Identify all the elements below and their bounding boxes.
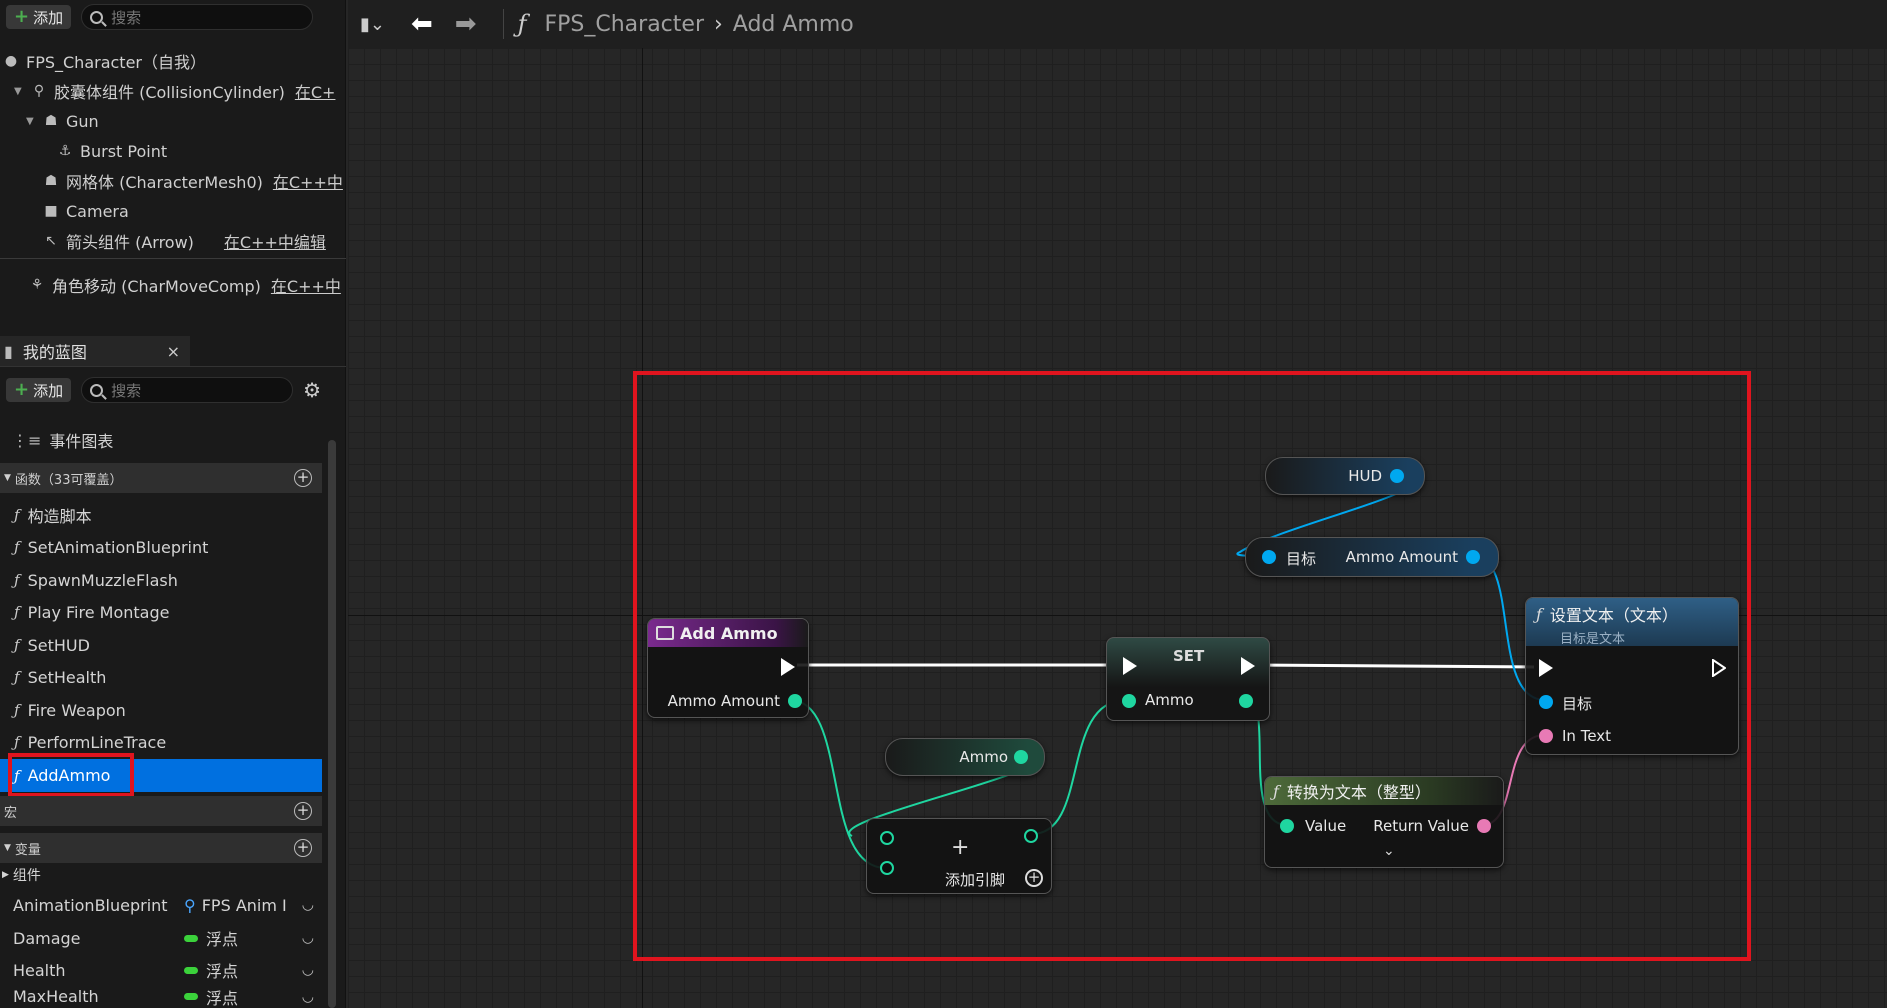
highlight-box-graph <box>633 371 1751 961</box>
